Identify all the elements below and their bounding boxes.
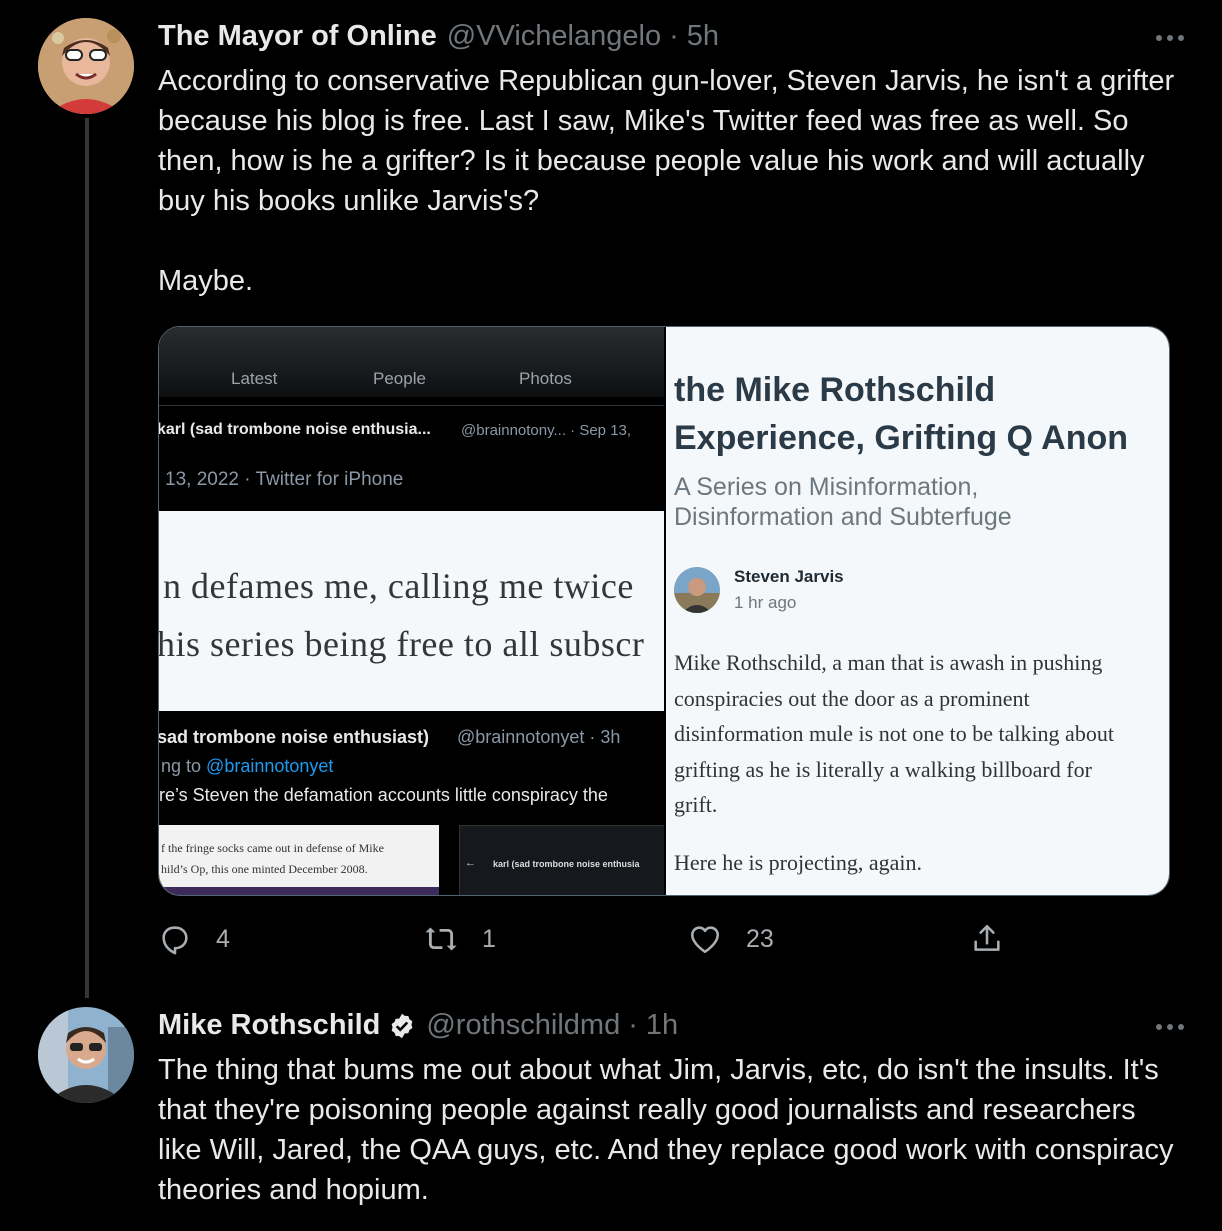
- reply-count: 4: [216, 924, 230, 953]
- article-line-1: Mike Rothschild, a man that is awash in …: [674, 650, 1103, 675]
- article-subtitle-line-1: A Series on Misinformation,: [674, 473, 979, 501]
- reply-icon: [162, 926, 188, 955]
- timestamp[interactable]: 5h: [687, 20, 719, 53]
- like-button[interactable]: 23: [688, 922, 774, 956]
- article-para-2: Here he is projecting, again.: [674, 850, 923, 875]
- row2-date: 13, 2022 · Twitter for iPhone: [165, 469, 404, 490]
- tab-latest: Latest: [231, 369, 278, 388]
- separator: ·: [628, 1009, 638, 1041]
- timestamp[interactable]: 1h: [646, 1009, 678, 1042]
- quote-line-1: n defames me, calling me twice: [163, 566, 634, 606]
- row3-meta: @brainnotonyet · 3h: [457, 727, 621, 747]
- verified-badge-icon: [388, 1012, 416, 1040]
- row1-meta: @brainnotony... · Sep 13,: [461, 422, 632, 439]
- tab-people: People: [373, 369, 426, 388]
- thumb-line-1: f the fringe socks came out in defense o…: [161, 841, 384, 855]
- tweet-text: According to conservative Republican gun…: [158, 65, 1175, 297]
- retweet-count: 1: [482, 924, 496, 953]
- author-name[interactable]: Mike Rothschild: [158, 1009, 380, 1042]
- avatar[interactable]: [38, 18, 134, 114]
- quote-line-2: his series being free to all subscr: [159, 624, 645, 664]
- share-icon: [974, 924, 1000, 951]
- article-author: Steven Jarvis: [734, 567, 844, 586]
- article-line-5: grift.: [674, 792, 718, 817]
- author-avatar: [674, 567, 720, 613]
- share-button[interactable]: [970, 922, 1004, 956]
- reply-button[interactable]: 4: [158, 922, 230, 956]
- row5-text: re’s Steven the defamation accounts litt…: [159, 785, 608, 805]
- thread-line: [85, 118, 89, 998]
- article-line-4: grifting as he is literally a walking bi…: [674, 757, 1092, 782]
- retweet-icon: [425, 927, 457, 951]
- article-title-line-1: the Mike Rothschild: [674, 371, 996, 409]
- tab-photos: Photos: [519, 369, 572, 388]
- thumb2-name: karl (sad trombone noise enthusia: [493, 859, 640, 869]
- more-options-icon[interactable]: [1152, 1017, 1188, 1037]
- heart-icon: [690, 926, 720, 954]
- author-handle[interactable]: @rothschildmd: [426, 1009, 620, 1042]
- action-bar: 4 1 23: [158, 922, 1058, 962]
- separator: ·: [669, 20, 679, 52]
- media-card[interactable]: Latest People Photos karl (sad trombone …: [158, 326, 1170, 896]
- article-line-2: conspiracies out the door as a prominent: [674, 686, 1030, 711]
- tweet1-header: The Mayor of Online @VVichelangelo · 5h: [158, 20, 719, 53]
- more-options-icon[interactable]: [1152, 28, 1188, 48]
- row3-name: sad trombone noise enthusiast): [159, 727, 430, 747]
- thumb-line-2: hild’s Op, this one minted December 2008…: [161, 862, 368, 876]
- article-title-line-2: Experience, Grifting Q Anon: [674, 419, 1129, 457]
- article-line-3: disinformation mule is not one to be tal…: [674, 721, 1114, 746]
- author-name[interactable]: The Mayor of Online: [158, 20, 437, 53]
- tweet-text: The thing that bums me out about what Ji…: [158, 1054, 1182, 1206]
- row4-prefix: ng to: [161, 756, 207, 776]
- screenshot-image-right: the Mike Rothschild Experience, Grifting…: [666, 327, 1169, 895]
- avatar[interactable]: [38, 1007, 134, 1103]
- retweet-button[interactable]: 1: [424, 922, 496, 956]
- author-handle[interactable]: @VVichelangelo: [447, 20, 661, 53]
- article-time: 1 hr ago: [734, 593, 797, 612]
- screenshot-image-left: Latest People Photos karl (sad trombone …: [159, 327, 664, 895]
- row4-link: @brainnotonyet: [206, 756, 334, 776]
- article-subtitle-line-2: Disinformation and Subterfuge: [674, 503, 1012, 531]
- like-count: 23: [746, 924, 774, 953]
- tweet2-header: Mike Rothschild @rothschildmd · 1h: [158, 1009, 678, 1042]
- back-arrow-icon: ←: [465, 857, 476, 869]
- row1-name: karl (sad trombone noise enthusia...: [159, 421, 431, 438]
